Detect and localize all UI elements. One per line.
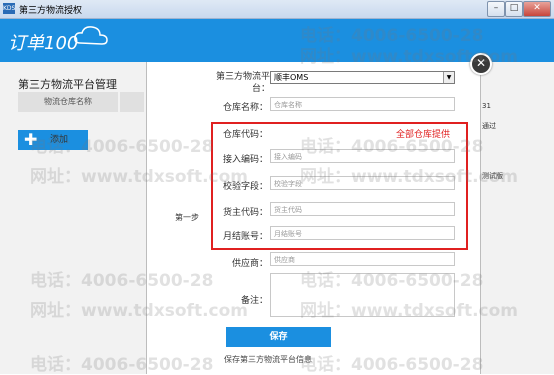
window-titlebar: KDS 第三方物流授权 – □ ✕ [0, 0, 554, 19]
platform-label: 第三方物流平台： [216, 72, 271, 94]
platform-select[interactable]: 顺丰OMS ▼ [270, 71, 455, 84]
right-fragment-1: 31 [482, 102, 491, 110]
close-window-button[interactable]: ✕ [523, 1, 551, 17]
watermark-site: 网址：www.tdxsoft.com [300, 47, 518, 67]
supplier-input[interactable]: 供应商 [270, 252, 455, 266]
owner-code-input[interactable]: 货主代码 [270, 202, 455, 216]
watermark-phone: 电话：4006-6500-28 [30, 271, 214, 291]
chevron-down-icon[interactable]: ▼ [443, 72, 454, 83]
minimize-button[interactable]: – [487, 1, 505, 17]
maximize-button[interactable]: □ [505, 1, 523, 17]
supplier-label: 供应商： [231, 259, 268, 269]
monthly-account-label: 月结账号： [222, 232, 268, 242]
watermark-phone: 电话：4006-6500-28 [300, 355, 484, 375]
app-icon: KDS [3, 3, 16, 14]
page-title: 第三方物流平台管理 [18, 78, 117, 91]
window-title: 第三方物流授权 [19, 6, 83, 16]
owner-code-label: 货主代码： [222, 208, 268, 218]
right-fragment-2: 通过 [482, 122, 496, 130]
save-hint: 保存第三方物流平台信息 [224, 355, 312, 364]
watermark-site: 网址：www.tdxsoft.com [300, 301, 518, 321]
watermark-phone: 电话：4006-6500-28 [30, 137, 214, 157]
column-header-warehouse[interactable]: 物流仓库名称 [18, 92, 118, 112]
platform-select-value: 顺丰OMS [274, 73, 309, 82]
save-button[interactable]: 保存 [226, 327, 331, 347]
watermark-phone: 电话：4006-6500-28 [300, 271, 484, 291]
app-logo: 订单100 [8, 33, 79, 54]
monthly-account-input[interactable]: 月结账号 [270, 226, 455, 240]
cloud-icon [74, 26, 108, 45]
watermark-site: 网址：www.tdxsoft.com [30, 167, 248, 187]
warehouse-name-label: 仓库名称： [222, 103, 268, 113]
column-header-extra[interactable] [120, 92, 144, 112]
warehouse-code-label: 仓库代码： [222, 130, 268, 140]
watermark-site: 网址：www.tdxsoft.com [300, 167, 518, 187]
watermark-site: 网址：www.tdxsoft.com [30, 301, 248, 321]
warehouse-name-input[interactable]: 仓库名称 [270, 97, 455, 111]
step-label: 第一步 [175, 213, 199, 222]
watermark-phone: 电话：4006-6500-28 [30, 355, 214, 375]
watermark-phone: 电话：4006-6500-28 [300, 137, 484, 157]
